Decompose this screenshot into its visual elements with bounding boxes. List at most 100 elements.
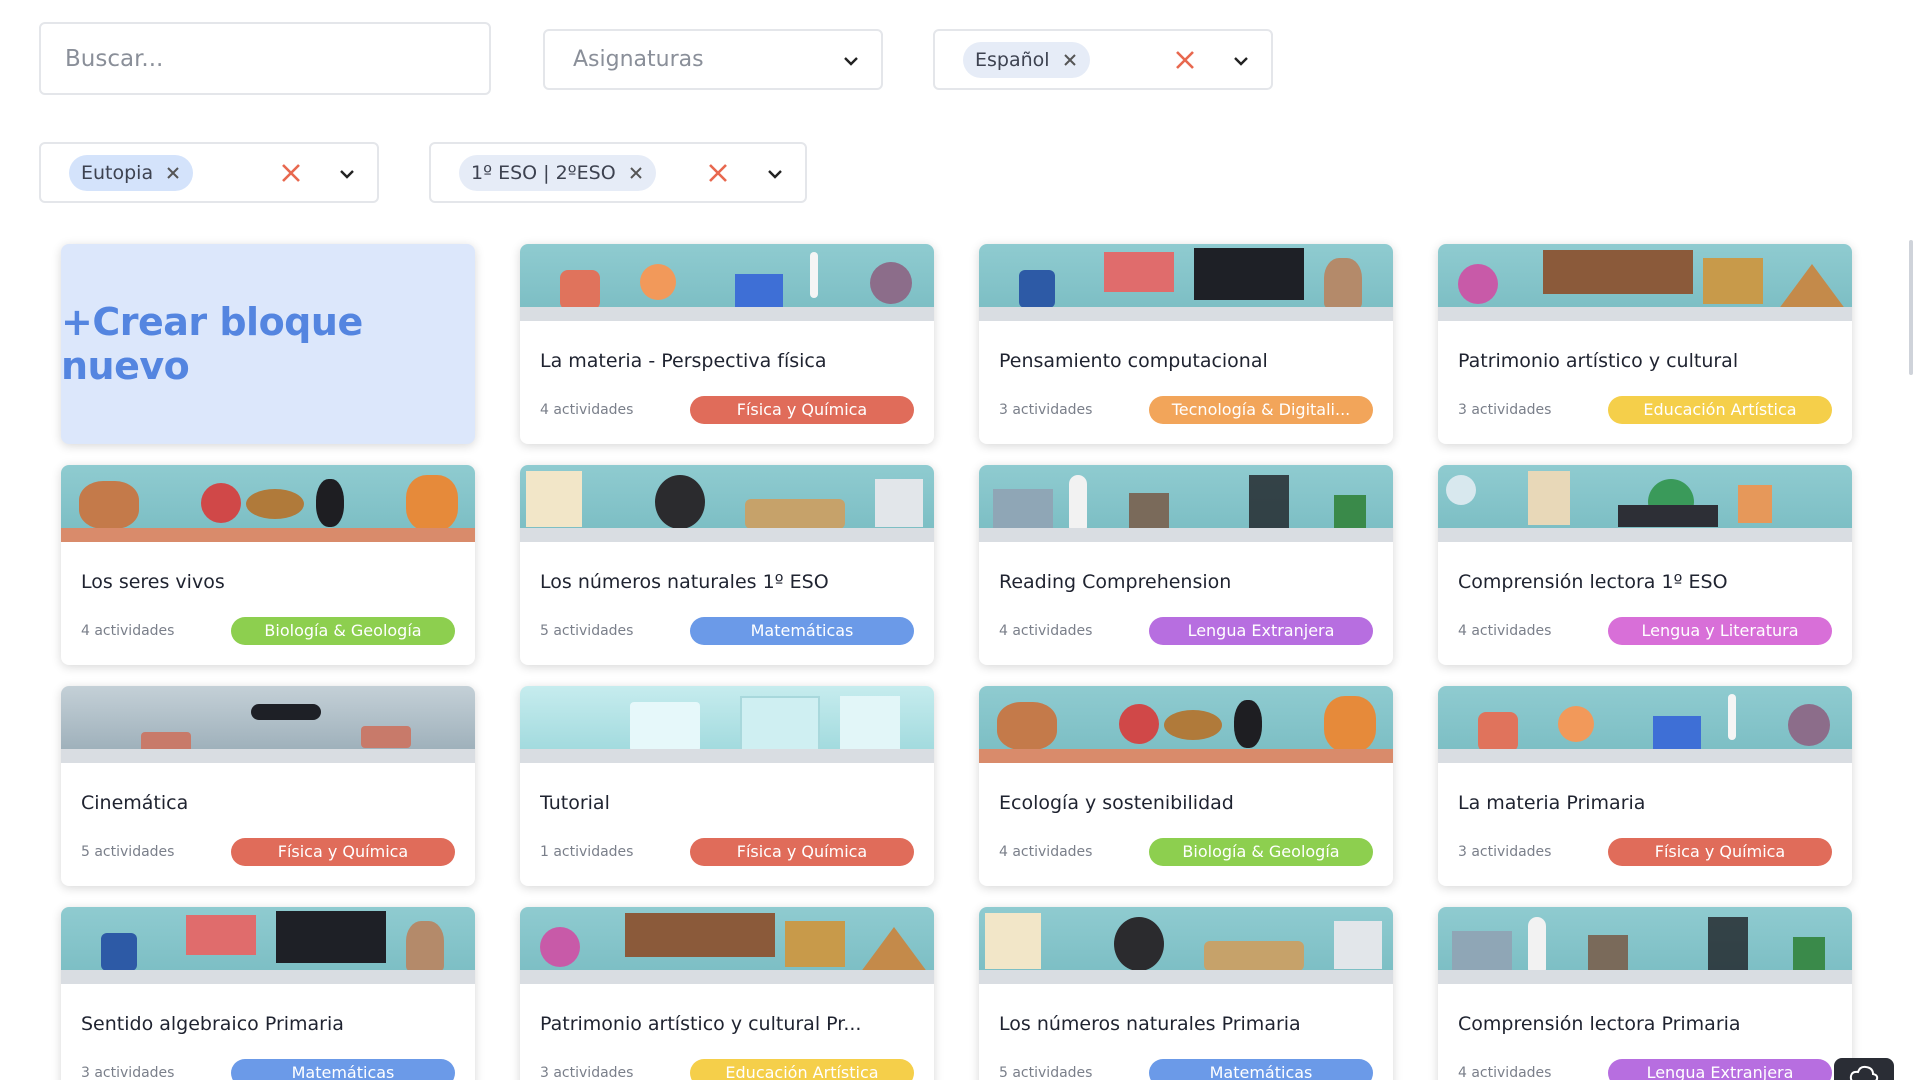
subject-tag: Educación Artística: [690, 1059, 914, 1080]
clear-icon[interactable]: [706, 161, 730, 185]
create-block-card[interactable]: +Crear bloque nuevo: [61, 244, 475, 444]
virus-shape: [1788, 704, 1830, 746]
buildings-shape: [993, 489, 1053, 529]
card-banner-image: [1438, 907, 1852, 984]
card-title: Comprensión lectora 1º ESO: [1458, 571, 1728, 593]
card-banner-image: [1438, 686, 1852, 763]
penguin-shape: [316, 479, 344, 527]
flower-shape: [1458, 264, 1498, 304]
clear-icon[interactable]: [1173, 48, 1197, 72]
thermometer-shape: [810, 252, 818, 298]
chevron-down-icon[interactable]: [339, 167, 355, 183]
banner-floor: [61, 970, 475, 984]
remove-chip-icon[interactable]: [628, 165, 644, 181]
banner-floor: [979, 307, 1393, 321]
block-card[interactable]: Pensamiento computacional 3 actividades …: [979, 244, 1393, 444]
activity-count: 3 actividades: [81, 1065, 175, 1080]
ice-shape: [630, 702, 700, 752]
level-chip-label: 1º ESO | 2ºESO: [471, 161, 616, 184]
card-title: Tutorial: [540, 792, 610, 814]
scrollbar[interactable]: [1909, 240, 1913, 375]
block-card[interactable]: Los seres vivos 4 actividades Biología &…: [61, 465, 475, 665]
subject-tag: Tecnología & Digitali...: [1149, 396, 1373, 424]
card-title: Comprensión lectora Primaria: [1458, 1013, 1741, 1035]
robot-shape: [101, 933, 137, 971]
subject-tag: Lengua y Literatura: [1608, 617, 1832, 645]
operators-shape: [985, 913, 1041, 969]
level-select[interactable]: 1º ESO | 2ºESO: [429, 142, 807, 203]
activity-count: 3 actividades: [1458, 402, 1552, 418]
bag-shape: [1588, 935, 1628, 971]
block-card[interactable]: La materia Primaria 3 actividades Física…: [1438, 686, 1852, 886]
card-title: La materia - Perspectiva física: [540, 350, 827, 372]
block-card[interactable]: Comprensión lectora Primaria 4 actividad…: [1438, 907, 1852, 1080]
banner-floor: [1438, 528, 1852, 542]
bag-shape: [1129, 493, 1169, 529]
car-shape: [361, 726, 411, 748]
brain-shape: [1114, 917, 1164, 971]
board-shape: [745, 499, 845, 529]
remove-chip-icon[interactable]: [1062, 52, 1078, 68]
subjects-placeholder: Asignaturas: [573, 47, 704, 72]
language-select[interactable]: Español: [933, 29, 1273, 90]
block-card[interactable]: Ecología y sostenibilidad 4 actividades …: [979, 686, 1393, 886]
moon-shape: [1446, 475, 1476, 505]
card-title: Los números naturales Primaria: [999, 1013, 1301, 1035]
rabbit-shape: [406, 921, 444, 971]
buildings-shape: [1452, 931, 1512, 971]
monitor-shape: [276, 911, 386, 963]
card-title: Patrimonio artístico y cultural: [1458, 350, 1739, 372]
subject-tag: Matemáticas: [1149, 1059, 1373, 1080]
bird-shape: [201, 483, 241, 523]
block-card[interactable]: Sentido algebraico Primaria 3 actividade…: [61, 907, 475, 1080]
building-shape: [1703, 258, 1763, 304]
painting-shape: [625, 913, 775, 957]
chevron-down-icon[interactable]: [1233, 54, 1249, 70]
cylinder-shape: [1478, 712, 1518, 752]
tiger-shape: [1324, 696, 1376, 752]
activity-count: 3 actividades: [1458, 844, 1552, 860]
block-card[interactable]: Tutorial 1 actividades Física y Química: [520, 686, 934, 886]
search-input[interactable]: Buscar...: [39, 22, 491, 95]
chevron-down-icon[interactable]: [843, 54, 859, 70]
block-card[interactable]: La materia - Perspectiva física 4 activi…: [520, 244, 934, 444]
block-card[interactable]: Cinemática 5 actividades Física y Químic…: [61, 686, 475, 886]
card-banner-image: [979, 465, 1393, 542]
banner-floor: [520, 970, 934, 984]
cloud-icon: [1849, 1065, 1879, 1080]
activity-count: 5 actividades: [540, 623, 634, 639]
block-card[interactable]: Los números naturales Primaria 5 activid…: [979, 907, 1393, 1080]
subjects-select[interactable]: Asignaturas: [543, 29, 883, 90]
publisher-select[interactable]: Eutopia: [39, 142, 379, 203]
block-card[interactable]: Comprensión lectora 1º ESO 4 actividades…: [1438, 465, 1852, 665]
activity-count: 5 actividades: [999, 1065, 1093, 1080]
subject-tag: Física y Química: [690, 838, 914, 866]
thermometer-shape: [1728, 694, 1736, 740]
level-chip: 1º ESO | 2ºESO: [459, 154, 656, 191]
banner-floor: [520, 528, 934, 542]
help-button[interactable]: [1834, 1058, 1894, 1080]
tiger-shape: [406, 475, 458, 531]
chevron-down-icon[interactable]: [767, 167, 783, 183]
card-banner-image: [979, 244, 1393, 321]
banner-floor: [1438, 307, 1852, 321]
block-card[interactable]: Los números naturales 1º ESO 5 actividad…: [520, 465, 934, 665]
remove-chip-icon[interactable]: [165, 165, 181, 181]
clear-icon[interactable]: [279, 161, 303, 185]
block-card[interactable]: Patrimonio artístico y cultural 3 activi…: [1438, 244, 1852, 444]
activity-count: 4 actividades: [1458, 623, 1552, 639]
card-title: La materia Primaria: [1458, 792, 1646, 814]
block-card[interactable]: Patrimonio artístico y cultural Pr... 3 …: [520, 907, 934, 1080]
banner-floor: [61, 528, 475, 542]
banner-floor: [520, 749, 934, 763]
card-title: Los números naturales 1º ESO: [540, 571, 829, 593]
calculator-shape: [1334, 921, 1382, 969]
grid-shape: [1104, 252, 1174, 292]
activity-count: 4 actividades: [540, 402, 634, 418]
block-card[interactable]: Reading Comprehension 4 actividades Leng…: [979, 465, 1393, 665]
subject-tag: Física y Química: [690, 396, 914, 424]
virus-shape: [870, 262, 912, 304]
bird-shape: [1119, 704, 1159, 744]
subject-tag: Lengua Extranjera: [1149, 617, 1373, 645]
flower-shape: [540, 927, 580, 967]
